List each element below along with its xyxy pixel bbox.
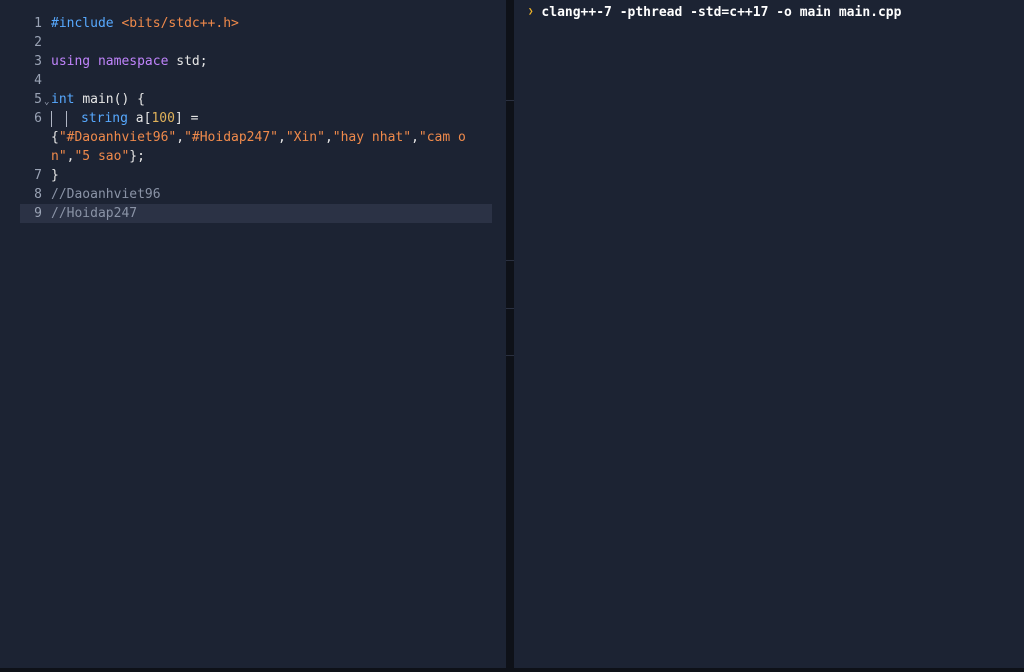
brace-open: { [51, 130, 59, 145]
code-area[interactable]: 1 #include <bits/stdc++.h> 2 3 using nam… [20, 14, 492, 223]
namespace-name: std; [176, 54, 208, 69]
bottom-edge [0, 668, 1024, 672]
comma: , [176, 130, 185, 145]
code-line-9[interactable]: 9 //Hoidap247 [20, 204, 492, 223]
line-content[interactable]: #include <bits/stdc++.h> [42, 14, 481, 33]
line-content[interactable]: //Hoidap247 [42, 204, 481, 223]
comment: //Daoanhviet96 [51, 187, 161, 202]
line-number: 5 [34, 92, 42, 107]
line-content[interactable]: using namespace std; [42, 52, 481, 71]
string-literal-6: "5 sao" [74, 149, 130, 164]
line-number: 3 [34, 54, 42, 69]
splitter-tick [506, 355, 514, 356]
line-number: 1 [34, 16, 42, 31]
comment: //Hoidap247 [51, 206, 138, 221]
string-literal-3: "Xin" [285, 130, 325, 145]
repl-workspace: 1 #include <bits/stdc++.h> 2 3 using nam… [0, 0, 1024, 672]
line-content[interactable]: int main() { [42, 90, 481, 109]
line-content[interactable]: } [42, 166, 481, 185]
pane-splitter[interactable] [506, 0, 514, 672]
line-number: 2 [34, 35, 42, 50]
keyword-namespace: namespace [97, 54, 169, 69]
code-line-7[interactable]: 7 } [20, 166, 492, 185]
splitter-tick [506, 260, 514, 261]
code-line-1[interactable]: 1 #include <bits/stdc++.h> [20, 14, 492, 33]
code-editor[interactable]: 1 #include <bits/stdc++.h> 2 3 using nam… [0, 0, 506, 668]
console-panel[interactable]: ❯ clang++-7 -pthread -std=c++17 -o main … [514, 0, 1024, 668]
code-line-3[interactable]: 3 using namespace std; [20, 52, 492, 71]
comma: , [277, 130, 286, 145]
include-header: <bits/stdc++.h> [121, 16, 239, 31]
splitter-tick [506, 100, 514, 101]
comma: , [324, 130, 333, 145]
indent-guide [66, 110, 67, 127]
closing-brace: } [51, 168, 59, 183]
keyword-using: using [51, 54, 91, 69]
comma: , [411, 130, 419, 145]
line-number: 4 [34, 73, 42, 88]
line-number: 9 [34, 206, 42, 221]
line-number: 8 [34, 187, 42, 202]
line-number: 7 [34, 168, 42, 183]
string-literal-4: "hay nhat" [332, 130, 412, 145]
code-line-4[interactable]: 4 [20, 71, 492, 90]
console-command-line: ❯ clang++-7 -pthread -std=c++17 -o main … [528, 3, 901, 22]
console-command: clang++-7 -pthread -std=c++17 -o main ma… [541, 5, 902, 20]
include-directive: #include [51, 16, 114, 31]
string-literal-1: "#Daoanhviet96" [58, 130, 177, 145]
indent-guide [51, 110, 52, 127]
line-content[interactable]: string a[100] = {"#Daoanhviet96","#Hoida… [42, 109, 481, 166]
code-line-2[interactable]: 2 [20, 33, 492, 52]
line-content[interactable] [42, 33, 481, 52]
array-name: a[ [135, 111, 152, 126]
code-line-8[interactable]: 8 //Daoanhviet96 [20, 185, 492, 204]
function-signature: main() { [82, 92, 145, 107]
code-line-6[interactable]: 6 string a[100] = {"#Daoanhviet96","#Hoi… [20, 109, 492, 166]
brace-close: }; [129, 149, 145, 164]
array-assign: ] = [174, 111, 199, 126]
keyword-int: int [51, 92, 75, 107]
type-string: string [81, 111, 128, 126]
chevron-right-icon: ❯ [528, 7, 534, 17]
line-number: 6 [34, 111, 42, 126]
line-content[interactable]: //Daoanhviet96 [42, 185, 481, 204]
line-content[interactable] [42, 71, 481, 90]
string-literal-2: "#Hoidap247" [184, 130, 278, 145]
splitter-tick [506, 308, 514, 309]
code-line-5[interactable]: 5 ⌄ int main() { [20, 90, 492, 109]
array-size: 100 [151, 111, 175, 126]
